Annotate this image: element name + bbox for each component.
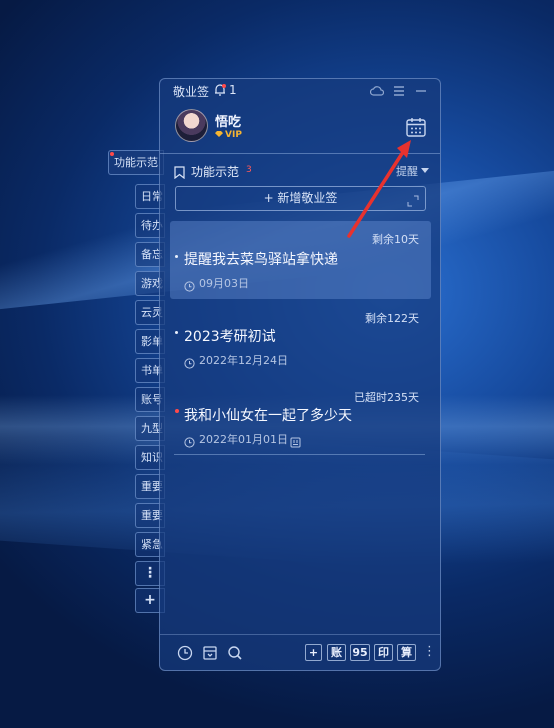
more-icon: ⋮ bbox=[143, 565, 157, 581]
note-date: 09月03日 bbox=[199, 277, 249, 290]
note-remaining-days: 已超时235天 bbox=[354, 391, 419, 404]
number-button[interactable]: 95 bbox=[350, 644, 370, 661]
bookmark-icon bbox=[174, 164, 185, 180]
notification-bell-icon[interactable] bbox=[213, 82, 227, 96]
clock-icon[interactable] bbox=[177, 645, 193, 661]
unread-dot bbox=[110, 152, 114, 156]
vip-gem-icon bbox=[215, 131, 223, 137]
avatar[interactable] bbox=[175, 109, 208, 142]
note-title: 我和小仙女在一起了多少天 bbox=[184, 408, 352, 424]
notification-count: 1 bbox=[229, 83, 237, 97]
vip-badge: VIP bbox=[215, 130, 242, 140]
tab-category-main[interactable]: 功能示范 bbox=[108, 150, 164, 175]
note-item[interactable]: 已超时235天 我和小仙女在一起了多少天 2022年01月01日 bbox=[170, 385, 431, 455]
more-icon[interactable]: ⋮ bbox=[423, 644, 436, 659]
note-title: 提醒我去菜鸟驿站拿快递 bbox=[184, 252, 338, 268]
account-button[interactable]: 账 bbox=[327, 644, 346, 661]
note-bullet bbox=[175, 255, 178, 258]
annotation-arrow bbox=[347, 140, 411, 238]
tab-label: 功能示范 bbox=[114, 156, 158, 169]
menu-icon[interactable] bbox=[392, 83, 406, 97]
app-title: 敬业签 bbox=[173, 85, 210, 99]
category-count: 3 bbox=[246, 165, 252, 175]
calc-button[interactable]: 算 bbox=[397, 644, 416, 661]
title-bar: 敬业签 1 bbox=[160, 79, 440, 101]
note-bullet-red bbox=[175, 409, 179, 413]
chevron-down-icon bbox=[421, 168, 429, 173]
calendar-icon[interactable] bbox=[405, 116, 427, 138]
username: 悟吃 bbox=[215, 115, 242, 130]
list-divider bbox=[174, 454, 425, 455]
note-date: 2022年01月01日 bbox=[199, 433, 288, 446]
clock-icon bbox=[184, 433, 195, 448]
note-remaining-days: 剩余122天 bbox=[365, 312, 419, 325]
add-note-label: + 新增敬业签 bbox=[263, 191, 338, 205]
vip-label: VIP bbox=[225, 130, 242, 140]
cloud-sync-icon[interactable] bbox=[369, 83, 385, 97]
search-icon[interactable] bbox=[227, 645, 243, 661]
footer-divider bbox=[160, 634, 440, 635]
minimize-icon[interactable] bbox=[414, 83, 428, 97]
category-name: 功能示范 bbox=[191, 165, 240, 179]
plus-icon: + bbox=[144, 592, 156, 608]
add-button[interactable]: + bbox=[305, 644, 322, 661]
note-item[interactable]: 剩余122天 2023考研初试 2022年12月24日 bbox=[170, 307, 431, 379]
note-date: 2022年12月24日 bbox=[199, 354, 288, 367]
countup-icon bbox=[290, 433, 301, 448]
note-bullet bbox=[175, 331, 178, 334]
clock-icon bbox=[184, 277, 195, 292]
archive-icon[interactable] bbox=[202, 645, 218, 661]
print-button[interactable]: 印 bbox=[374, 644, 393, 661]
clock-icon bbox=[184, 354, 195, 369]
note-title: 2023考研初试 bbox=[184, 329, 276, 345]
